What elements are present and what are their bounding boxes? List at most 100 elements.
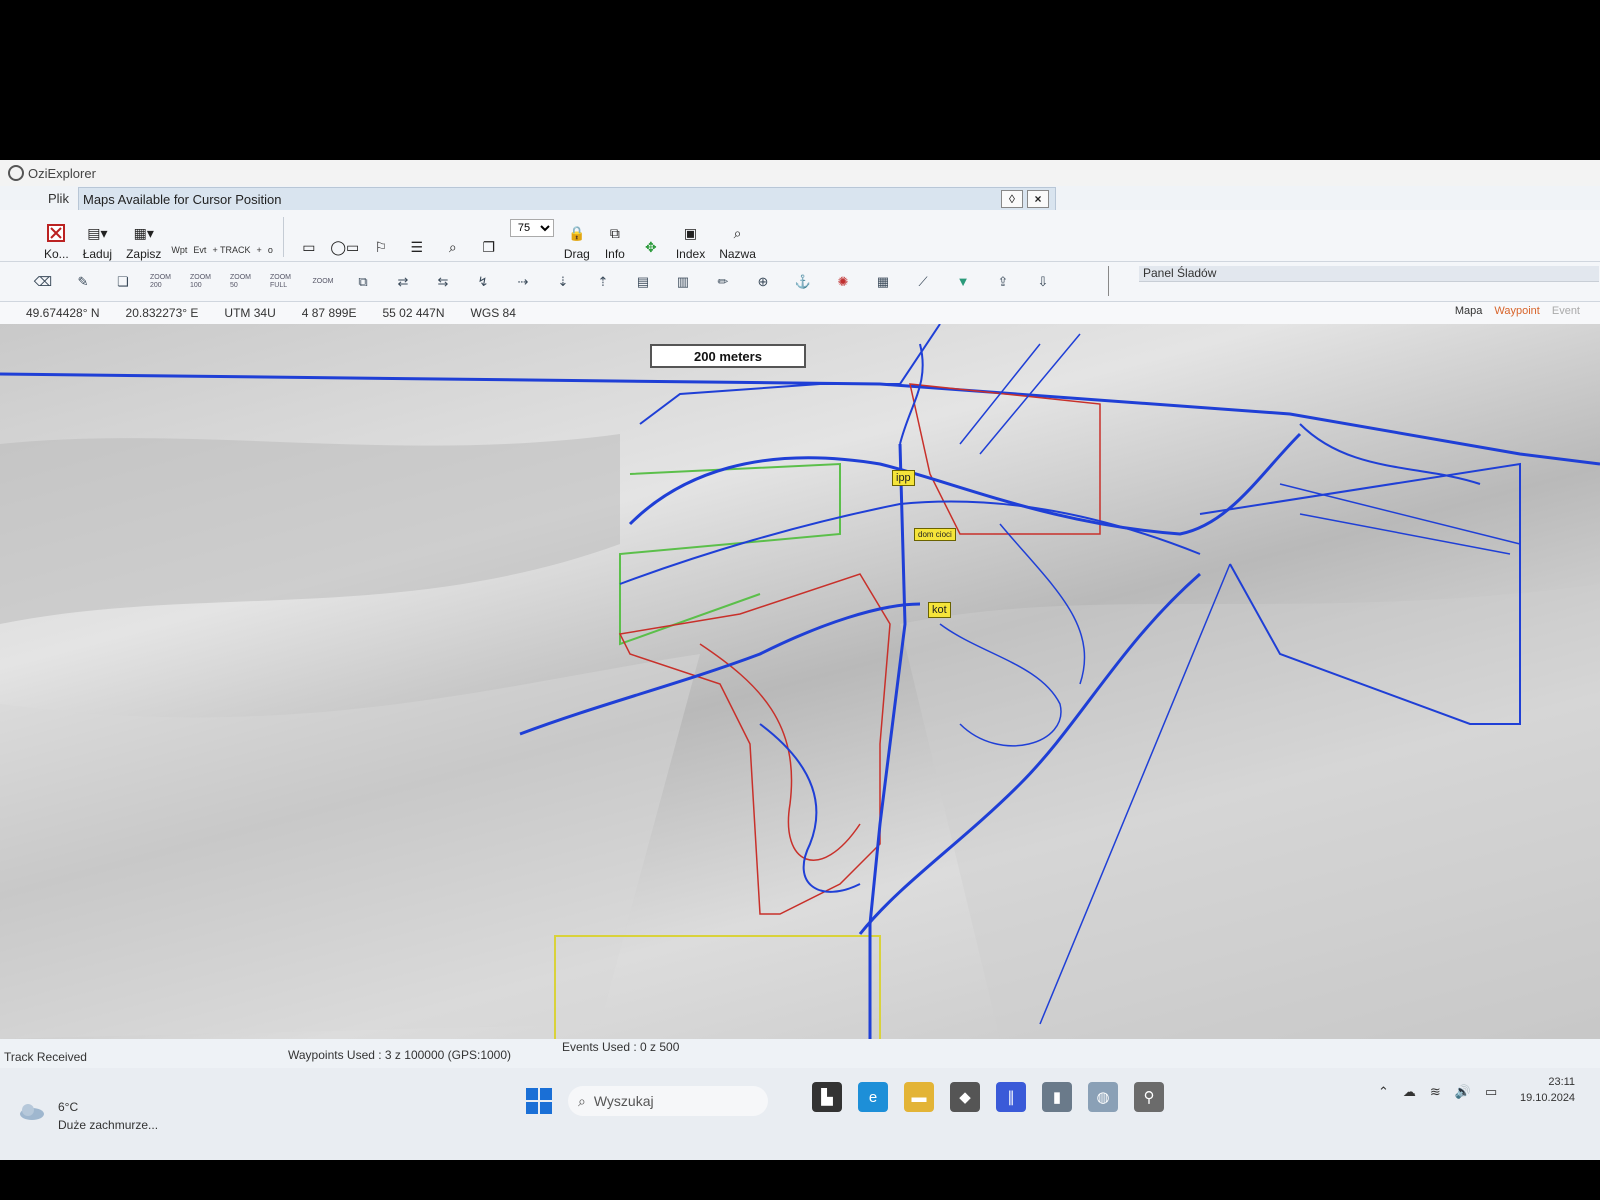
zoom-full-button[interactable]: ZOOM FULL	[270, 270, 296, 294]
track-panel: Panel Śladów	[1108, 266, 1600, 296]
copy-icon: ❐	[482, 238, 496, 255]
datum-value: WGS 84	[470, 306, 516, 320]
map-copy-button[interactable]: ❐	[474, 213, 504, 261]
pin-icon[interactable]: ◊	[1001, 190, 1023, 208]
start-button[interactable]	[526, 1088, 552, 1114]
import-icon[interactable]: ⇩	[1030, 270, 1056, 294]
gps-event-button[interactable]: ⇡	[590, 270, 616, 294]
ozi-app-icon[interactable]: ◍	[1088, 1082, 1118, 1112]
waypoint-label[interactable]: ipp	[892, 470, 915, 486]
zoom-box-button[interactable]: ZOOM	[310, 270, 336, 294]
index-button[interactable]: ▣ Index	[672, 213, 709, 262]
edge-icon[interactable]: e	[858, 1082, 888, 1112]
track-received-status: Track Received	[4, 1050, 87, 1064]
toolbar-separator	[282, 217, 284, 257]
gps-wpt-button[interactable]: ⇢	[510, 270, 536, 294]
store-app-icon[interactable]: ∥	[996, 1082, 1026, 1112]
map-canvas[interactable]: 200 meters ipp dom cioci kot	[0, 324, 1600, 1039]
zoom-box-label: ZOOM	[312, 277, 334, 285]
add-track-button[interactable]: + TRACK	[212, 245, 250, 255]
find-button[interactable]: ⌕	[438, 213, 468, 261]
tab-event[interactable]: Event	[1552, 305, 1580, 317]
cloud-sync-icon[interactable]: ☁	[1403, 1084, 1416, 1100]
battery-icon[interactable]: ▭	[1485, 1084, 1497, 1100]
track-panel-title: Panel Śladów	[1143, 266, 1217, 280]
lifebuoy-icon[interactable]: ✺	[830, 270, 856, 294]
chevron-up-icon[interactable]: ⌃	[1378, 1084, 1389, 1100]
track-edit-button[interactable]: ✎	[70, 270, 96, 294]
scale-bar: 200 meters	[650, 344, 806, 368]
drag-button[interactable]: 🔒 Drag	[560, 213, 594, 262]
load-button[interactable]: ▤▾ Ładuj	[79, 213, 116, 262]
layers-button[interactable]: ❏	[110, 270, 136, 294]
easting-value: 4 87 899E	[301, 306, 357, 320]
pencil-icon[interactable]: ✏	[710, 270, 736, 294]
menu-file[interactable]: Plik	[0, 191, 79, 206]
close-map-icon	[45, 223, 67, 243]
gps-send-button[interactable]: ⇄	[390, 270, 416, 294]
route-icon: ◯▭	[330, 238, 360, 255]
taskbar-search[interactable]: ⌕ Wyszukaj	[568, 1086, 768, 1116]
map-overlay	[0, 324, 1600, 1039]
overlay-button[interactable]: ⧉	[350, 270, 376, 294]
filter-icon[interactable]: ▼	[950, 270, 976, 294]
anchor-icon[interactable]: ⚓	[790, 270, 816, 294]
name-button[interactable]: ⌕ Nazwa	[715, 213, 760, 262]
circle-button[interactable]: o	[268, 245, 273, 255]
pan-button[interactable]: ✥	[636, 213, 666, 261]
clock[interactable]: 23:11 19.10.2024	[1520, 1074, 1575, 1106]
lock-icon: 🔒	[568, 224, 586, 241]
zoom-100-button[interactable]: ZOOM 100	[190, 270, 216, 294]
tablet-app-icon[interactable]: ▮	[1042, 1082, 1072, 1112]
track-draw-button[interactable]: ▭	[294, 213, 324, 261]
map-pin-app-icon[interactable]: ⚲	[1134, 1082, 1164, 1112]
tab-map[interactable]: Mapa	[1455, 305, 1483, 317]
red-track	[909, 383, 1101, 535]
windows-logo-tile	[526, 1088, 538, 1100]
eraser-button[interactable]: ⌫	[30, 270, 56, 294]
target-icon[interactable]: ⊕	[750, 270, 776, 294]
close-map-button[interactable]: Ko...	[40, 213, 73, 261]
layer-tabs: Mapa Waypoint Event	[1455, 305, 1580, 317]
wifi-icon[interactable]: ≋	[1430, 1084, 1441, 1100]
volume-icon[interactable]: 🔊	[1455, 1084, 1471, 1100]
latitude-value: 49.674428° N	[26, 306, 100, 320]
waypoints-used-status: Waypoints Used : 3 z 100000 (GPS:1000)	[288, 1048, 512, 1062]
cube-app-icon[interactable]: ◆	[950, 1082, 980, 1112]
waypoint-label[interactable]: dom cioci	[914, 528, 956, 541]
gps-route-button[interactable]: ⇣	[550, 270, 576, 294]
export-icon[interactable]: ⇪	[990, 270, 1016, 294]
app-status-bar: Track Received Waypoints Used : 3 z 1000…	[0, 1040, 1600, 1068]
search-placeholder: Wyszukaj	[593, 1093, 654, 1109]
close-icon[interactable]: ×	[1027, 190, 1049, 208]
list-button[interactable]: ☰	[402, 213, 432, 261]
screen: OziExplorer Plik Maps Available for Curs…	[0, 160, 1600, 1160]
waypoint-label[interactable]: kot	[928, 602, 951, 618]
event-button[interactable]: Evt	[193, 245, 206, 255]
zoom-50-button[interactable]: ZOOM 50	[230, 270, 256, 294]
weather-text: 6°C Duże zachmurze...	[58, 1098, 158, 1134]
save-button[interactable]: ▦▾ Zapisz	[122, 213, 165, 262]
zoom-select[interactable]: 75	[509, 219, 554, 237]
waypoint-button[interactable]: Wpt	[171, 245, 187, 255]
app-logo-icon	[8, 165, 24, 181]
chart-icon[interactable]: ▦	[870, 270, 896, 294]
gps-receive-button[interactable]: ⇆	[430, 270, 456, 294]
add-button[interactable]: +	[257, 245, 262, 255]
mm-button[interactable]: ▥	[670, 270, 696, 294]
system-tray: ⌃ ☁ ≋ 🔊 ▭	[1378, 1084, 1497, 1100]
search-icon: ⌕	[578, 1092, 586, 1109]
route-button[interactable]: ◯▭	[330, 213, 360, 261]
task-view-icon[interactable]: ▙	[812, 1082, 842, 1112]
gps-track-button[interactable]: ↯	[470, 270, 496, 294]
moving-map-button[interactable]: ▤	[630, 270, 656, 294]
vehicle-icon: ⚐	[374, 238, 388, 255]
info-label: Info	[604, 247, 625, 261]
tab-waypoint[interactable]: Waypoint	[1494, 305, 1539, 317]
vehicle-button[interactable]: ⚐	[366, 213, 396, 261]
info-button[interactable]: ⧉ Info	[600, 213, 630, 262]
folder-icon[interactable]: ▬	[904, 1082, 934, 1112]
graph-icon[interactable]: ⟋	[910, 270, 936, 294]
zoom-200-button[interactable]: ZOOM 200	[150, 270, 176, 294]
maps-available-panel: Maps Available for Cursor Position ◊ ×	[78, 187, 1056, 211]
